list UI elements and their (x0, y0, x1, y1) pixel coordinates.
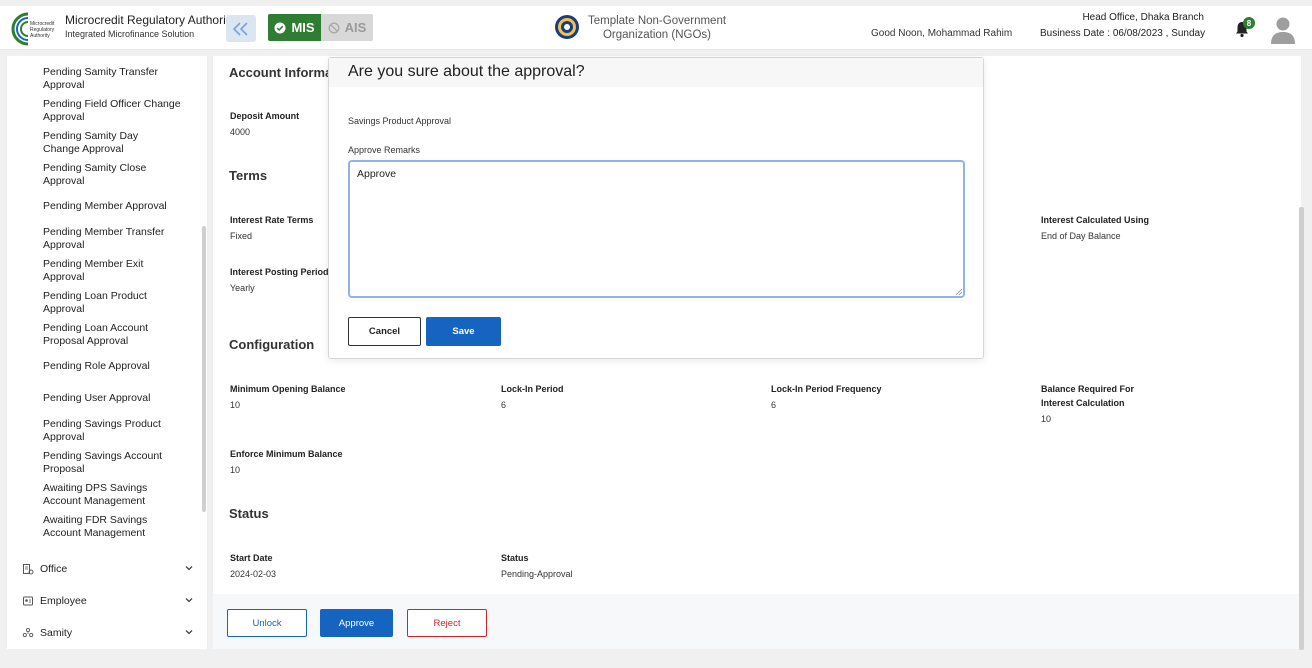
mra-logo: Microcredit Regulatory Authority (11, 12, 55, 46)
svg-text:Authority: Authority (30, 33, 50, 39)
employee-icon (23, 596, 33, 606)
reject-button[interactable]: Reject (407, 609, 487, 637)
org-name-line1: Template Non-Government (587, 15, 727, 27)
approve-remarks-textarea[interactable]: Approve (348, 160, 965, 298)
balance-required-label-line1: Balance Required For (1041, 384, 1135, 394)
sidebar-scrollbar[interactable] (202, 226, 206, 512)
start-date-value: 2024-02-03 (230, 569, 277, 579)
lock-in-period-frequency-label: Lock-In Period Frequency (771, 384, 882, 394)
sidebar-item-pending-field-officer-change[interactable]: Pending Field Officer Change Approval (43, 98, 183, 124)
enforce-minimum-balance-value: 10 (230, 465, 241, 475)
sidebar-item-pending-loan-product[interactable]: Pending Loan Product Approval (43, 290, 163, 316)
org-name-line2: Organization (NGOs) (602, 29, 711, 41)
deposit-amount-value: 4000 (230, 127, 251, 137)
chevron-down-icon (185, 598, 193, 603)
balance-required-label-line2: Interest Calculation (1041, 398, 1125, 408)
lock-in-period-value: 6 (501, 400, 507, 410)
page-scrollbar[interactable] (1299, 207, 1304, 650)
organization-name: Template Non-Government Organization (NG… (584, 14, 730, 42)
mis-toggle-button[interactable]: MIS (268, 14, 321, 41)
sidebar: Pending Samity Transfer Approval Pending… (7, 56, 207, 649)
sidebar-item-pending-member-approval[interactable]: Pending Member Approval (43, 200, 183, 213)
business-date: Business Date : 06/08/2023 , Sunday (1040, 28, 1206, 39)
approve-button[interactable]: Approve (320, 609, 393, 637)
user-avatar-icon[interactable] (1270, 16, 1296, 44)
balance-required-label: Balance Required For Interest Calculatio… (1041, 382, 1134, 410)
sidebar-item-awaiting-fdr-savings[interactable]: Awaiting FDR Savings Account Management (43, 514, 163, 540)
user-greeting: Good Noon, Mohammad Rahim (871, 28, 1013, 39)
dialog-title: Are you sure about the approval? (348, 63, 585, 80)
status-label: Status (501, 553, 529, 563)
lock-in-period-label: Lock-In Period (501, 384, 564, 394)
sidebar-item-pending-user-approval[interactable]: Pending User Approval (43, 392, 183, 405)
branch-name: Head Office, Dhaka Branch (1082, 12, 1204, 23)
brand-subtitle: Integrated Microfinance Solution (65, 29, 195, 39)
interest-rate-terms-label: Interest Rate Terms (230, 215, 314, 225)
sidebar-group-label: Employee (40, 595, 87, 607)
status-title: Status (229, 506, 269, 521)
mis-label: MIS (291, 20, 315, 35)
interest-posting-period-label: Interest Posting Period (230, 267, 329, 277)
dialog-save-button[interactable]: Save (426, 317, 501, 346)
minimum-opening-balance-value: 10 (230, 400, 241, 410)
interest-calculated-using-value: End of Day Balance (1041, 231, 1121, 241)
sidebar-item-pending-savings-product[interactable]: Pending Savings Product Approval (43, 418, 183, 444)
sidebar-group-label: Office (40, 563, 68, 575)
enforce-minimum-balance-label: Enforce Minimum Balance (230, 449, 343, 459)
sidebar-group-office[interactable]: Office (22, 560, 194, 578)
configuration-title: Configuration (229, 337, 315, 352)
interest-calculated-using-label: Interest Calculated Using (1041, 215, 1150, 225)
start-date-label: Start Date (230, 553, 273, 563)
action-bar: Unlock Approve Reject (213, 594, 1301, 649)
sidebar-item-pending-samity-transfer[interactable]: Pending Samity Transfer Approval (43, 66, 183, 92)
check-circle-icon (274, 22, 286, 33)
dialog-cancel-button[interactable]: Cancel (348, 317, 421, 346)
approval-confirm-dialog: Are you sure about the approval? Savings… (328, 57, 984, 359)
minimum-opening-balance-label: Minimum Opening Balance (230, 384, 346, 394)
block-icon (328, 22, 340, 33)
lock-in-period-frequency-value: 6 (771, 400, 777, 410)
notification-count-badge: 8 (1243, 17, 1255, 29)
terms-title: Terms (229, 168, 268, 183)
chevron-down-icon (185, 566, 193, 571)
balance-required-value: 10 (1041, 414, 1052, 424)
government-emblem-icon (555, 15, 579, 39)
sidebar-group-samity[interactable]: Samity (22, 624, 194, 642)
unlock-button[interactable]: Unlock (227, 609, 307, 637)
account-information-title: Account Informa (229, 65, 333, 80)
ais-toggle-button[interactable]: AIS (321, 14, 373, 41)
dialog-subtitle: Savings Product Approval (348, 116, 452, 126)
dialog-header: Are you sure about the approval? (329, 58, 983, 87)
deposit-amount-label: Deposit Amount (230, 111, 300, 121)
group-icon (22, 627, 34, 638)
sidebar-item-pending-samity-close[interactable]: Pending Samity Close Approval (43, 162, 163, 188)
sidebar-item-pending-member-transfer[interactable]: Pending Member Transfer Approval (43, 226, 183, 252)
sidebar-item-pending-member-exit[interactable]: Pending Member Exit Approval (43, 258, 183, 284)
sidebar-item-pending-samity-day-change[interactable]: Pending Samity Day Change Approval (43, 130, 153, 156)
status-value: Pending-Approval (501, 569, 573, 579)
interest-rate-terms-value: Fixed (230, 231, 253, 241)
ais-label: AIS (344, 20, 367, 35)
sidebar-item-pending-role-approval[interactable]: Pending Role Approval (43, 360, 183, 373)
sidebar-item-pending-savings-account-proposal[interactable]: Pending Savings Account Proposal (43, 450, 173, 476)
top-header: Microcredit Regulatory Authority Microcr… (0, 6, 1312, 50)
chevron-down-icon (185, 630, 193, 635)
interest-posting-period-value: Yearly (230, 283, 255, 293)
sidebar-group-label: Samity (40, 627, 73, 639)
sidebar-group-employee[interactable]: Employee (22, 592, 194, 610)
sidebar-item-awaiting-dps-savings[interactable]: Awaiting DPS Savings Account Management (43, 482, 163, 508)
resize-handle-icon[interactable] (955, 288, 963, 296)
double-chevron-left-icon (232, 21, 248, 36)
office-icon (23, 564, 34, 575)
collapse-sidebar-button[interactable] (226, 15, 256, 42)
sidebar-item-pending-loan-account-proposal[interactable]: Pending Loan Account Proposal Approval (43, 322, 163, 348)
brand-title: Microcredit Regulatory Authority (65, 13, 236, 27)
approve-remarks-label: Approve Remarks (348, 145, 421, 155)
